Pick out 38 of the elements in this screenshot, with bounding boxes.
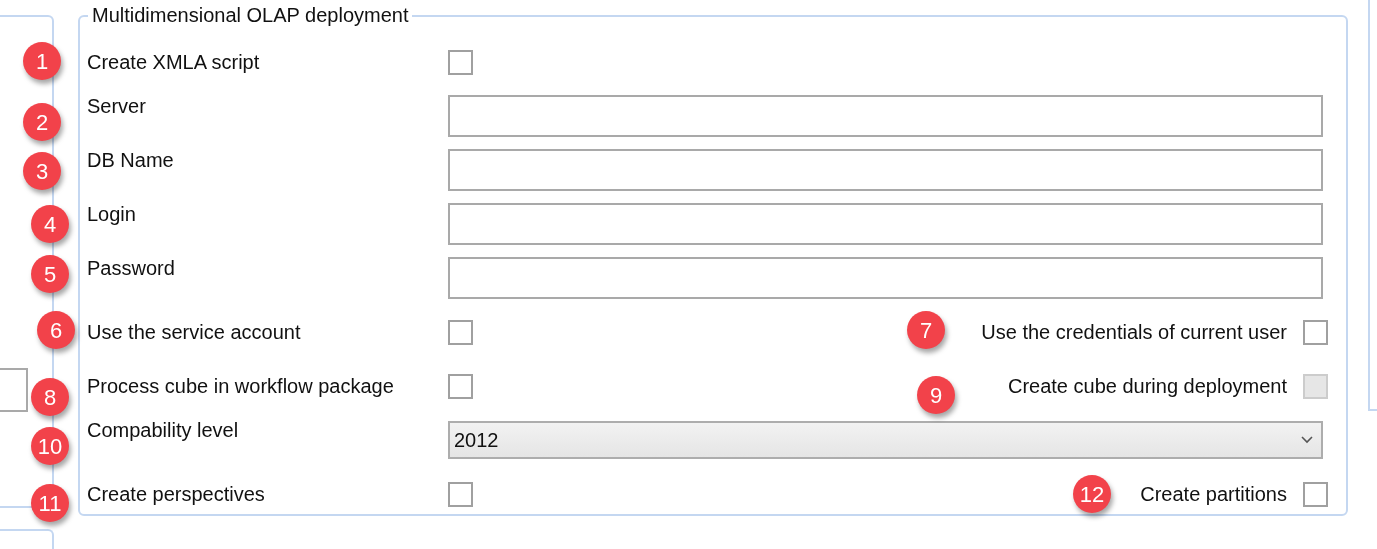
number-badge: 6: [37, 311, 75, 349]
input-field[interactable]: [0, 368, 28, 412]
field-label: DB Name: [86, 148, 175, 173]
number-badge: 4: [31, 205, 69, 243]
number-badge: 3: [23, 152, 61, 190]
panel: [0, 529, 54, 549]
number-badge: 1: [23, 42, 61, 80]
field-label: Create perspectives: [86, 482, 266, 507]
input-field[interactable]: [448, 257, 1323, 299]
input-field[interactable]: [448, 95, 1323, 137]
field-label: Create XMLA script: [86, 50, 261, 75]
checkbox[interactable]: [1303, 319, 1328, 345]
field-label: Password: [86, 256, 176, 281]
number-badge: 10: [31, 427, 69, 465]
number-badge: 9: [917, 376, 955, 414]
number-badge: 7: [907, 311, 945, 349]
checkbox[interactable]: [1303, 481, 1328, 507]
option-label: Use the credentials of current user: [981, 320, 1287, 345]
checkbox[interactable]: [448, 49, 473, 75]
chevron-down-icon: [1301, 436, 1313, 444]
option-label: Create partitions: [1140, 482, 1287, 507]
number-badge: 2: [23, 103, 61, 141]
number-badge: 8: [31, 378, 69, 416]
field-label: Compability level: [86, 418, 240, 443]
checkbox[interactable]: [448, 319, 473, 345]
field-label: Use the service account: [86, 320, 302, 345]
number-badge: 5: [31, 255, 69, 293]
input-field[interactable]: [448, 149, 1323, 191]
checkbox[interactable]: [448, 481, 473, 507]
number-badge: 11: [31, 484, 69, 522]
dropdown[interactable]: 2012: [448, 421, 1323, 459]
option-label: Create cube during deployment: [1007, 374, 1287, 399]
field-label: Process cube in workflow package: [86, 374, 395, 399]
field-label: Login: [86, 202, 137, 227]
field-label: Server: [86, 94, 147, 119]
input-field[interactable]: [448, 203, 1323, 245]
number-badge: 12: [1073, 475, 1111, 513]
checkbox[interactable]: [448, 373, 473, 399]
